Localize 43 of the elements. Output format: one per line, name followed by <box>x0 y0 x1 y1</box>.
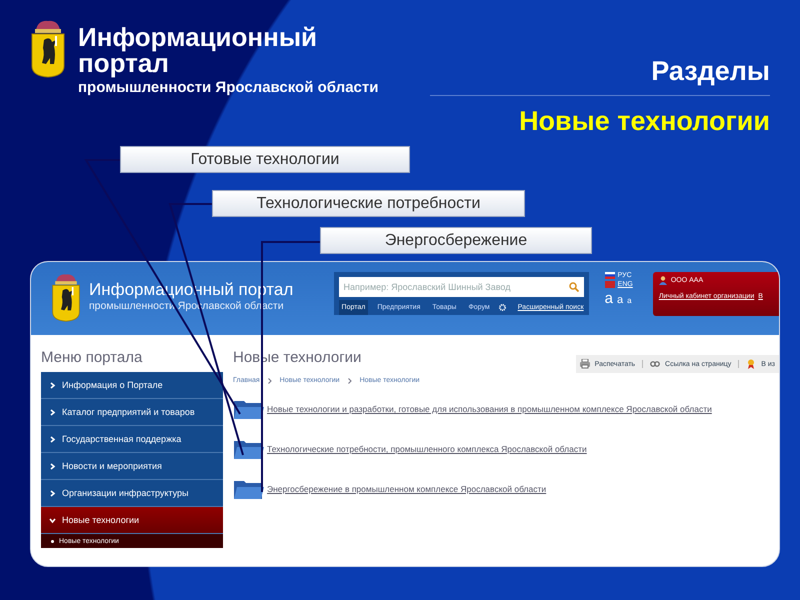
folder-icon <box>233 438 265 460</box>
search-field[interactable]: Например: Ярославский Шинный Завод <box>338 277 584 297</box>
callout-label: Энергосбережение <box>320 227 592 254</box>
menu-title: Меню портала <box>41 349 144 366</box>
user-icon <box>658 276 667 285</box>
menu-item[interactable]: Новые технологии <box>41 507 223 534</box>
menu-item[interactable]: Каталог предприятий и товаров <box>41 399 223 426</box>
chevron-down-icon <box>49 516 56 524</box>
coat-of-arms-icon <box>51 272 81 322</box>
menu-item[interactable]: Новости и мероприятия <box>41 453 223 480</box>
menu-item[interactable]: Государственная поддержка <box>41 426 223 453</box>
link-icon[interactable] <box>650 359 660 369</box>
folder-link[interactable]: Технологические потребности, промышленного комплекса Ярославской области <box>267 444 587 454</box>
printer-icon[interactable] <box>580 359 590 369</box>
medal-icon[interactable] <box>746 359 756 369</box>
menu-item[interactable]: Организации инфраструктуры <box>41 480 223 507</box>
chevron-right-icon <box>49 382 56 388</box>
menu-item[interactable]: Информация о Портале <box>41 372 223 399</box>
folder-link[interactable]: Новые технологии и разработки, готовые для использования в промышленном комплексе Ярославской области <box>267 404 712 414</box>
chevron-right-icon <box>49 408 56 416</box>
callout-label: Готовые технологии <box>120 146 410 173</box>
font-size-button[interactable]: а <box>604 290 613 307</box>
font-size-button[interactable]: а <box>627 296 632 305</box>
callout-label: Технологические потребности <box>212 190 525 217</box>
font-size-button[interactable]: а <box>617 294 624 306</box>
gear-icon <box>498 304 506 311</box>
chevron-right-icon <box>49 436 56 442</box>
separator-icon <box>348 378 352 384</box>
folder-link[interactable]: Энергосбережение в промышленном комплексе Ярославской области <box>267 484 546 494</box>
coat-of-arms-icon <box>30 18 66 78</box>
portal-title: Информационный портал <box>89 280 294 300</box>
separator-icon <box>268 378 272 384</box>
chevron-right-icon <box>49 462 56 470</box>
section-title: Новые технологии <box>519 106 770 137</box>
bullet-icon <box>51 540 54 542</box>
chevron-right-icon <box>49 490 56 496</box>
section-label: Разделы <box>651 56 770 87</box>
flag-icon[interactable] <box>604 272 615 279</box>
folder-icon <box>233 398 265 420</box>
slide-subtitle: промышленности Ярославской области <box>78 79 378 96</box>
slide-title: Информационный портал <box>78 24 318 76</box>
search-icon[interactable] <box>568 282 579 292</box>
folder-icon <box>233 478 265 500</box>
